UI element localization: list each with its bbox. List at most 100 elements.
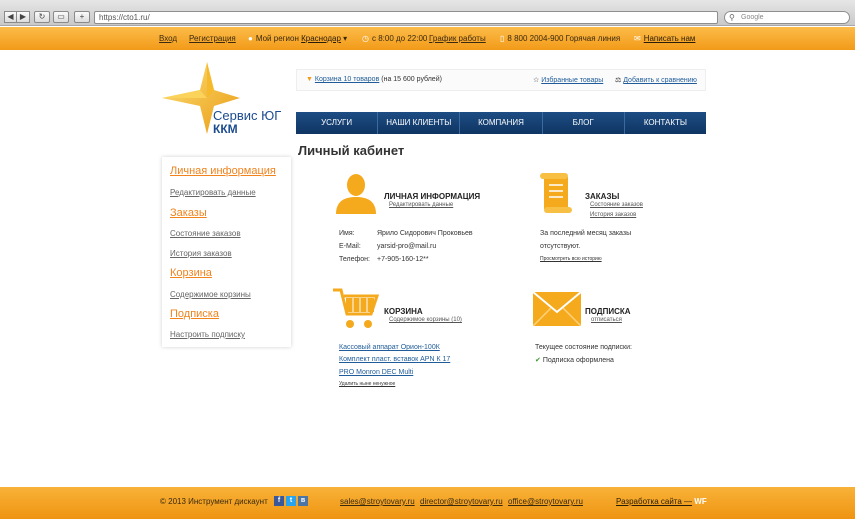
envelope-icon <box>533 292 581 326</box>
user-icon <box>336 174 376 214</box>
phone-icon: ▯ <box>500 34 505 43</box>
envelope-icon: ✉ <box>634 34 641 43</box>
top-bar: Вход Регистрация ● Мой регион Краснодар ▾… <box>0 27 855 50</box>
hours-text: с 8:00 до 22:00 <box>371 34 428 43</box>
basket-icon: ▼ <box>306 76 313 83</box>
compare-link[interactable]: Добавить к сравнению <box>623 77 697 84</box>
cart-item-3[interactable]: PRO Monron DEC Multi <box>339 369 413 376</box>
back-icon[interactable]: ◀ <box>4 11 17 23</box>
nav-item-blog[interactable]: БЛОГ <box>543 112 625 134</box>
subscription-title: ПОДПИСКА <box>585 307 631 316</box>
orders-text-2: отсутствуют. <box>540 243 581 250</box>
view-history-link[interactable]: Просмотреть всю историю <box>540 256 602 262</box>
browser-chrome: ◀ ▶ ↻ ▭ + https://cto1.ru/ ⚲ Google <box>0 0 855 26</box>
developer-credit[interactable]: Разработка сайта — WF <box>616 497 707 506</box>
name-label: Имя: <box>339 230 355 237</box>
footer-email-sales[interactable]: sales@stroytovary.ru <box>340 497 415 506</box>
order-history-link[interactable]: История заказов <box>590 212 636 218</box>
favorites-link[interactable]: Избранные товары <box>541 77 603 84</box>
reload-icon[interactable]: ↻ <box>34 11 50 23</box>
vk-icon[interactable]: в <box>298 496 308 506</box>
region-value[interactable]: Краснодар <box>301 34 341 43</box>
sidebar-item-cart-contents[interactable]: Содержимое корзины <box>170 290 251 299</box>
subscription-status-label: Текущее состояние подписки: <box>535 344 632 351</box>
add-tab-icon[interactable]: + <box>74 11 90 23</box>
scroll-document-icon <box>540 173 572 213</box>
nav-item-services[interactable]: УСЛУГИ <box>296 112 379 134</box>
order-status-link[interactable]: Состояние заказов <box>590 202 643 208</box>
sidebar-item-order-history[interactable]: История заказов <box>170 249 232 258</box>
compare[interactable]: ⚖ Добавить к сравнению <box>615 76 697 84</box>
phone-value: +7-905-160-12** <box>377 256 429 263</box>
logo-text-line2: ККМ <box>213 122 238 136</box>
cart-title: КОРЗИНА <box>384 307 423 316</box>
subscription-status: ✔ Подписка оформлена <box>535 356 614 364</box>
scales-icon: ⚖ <box>615 77 622 84</box>
nav-buttons: ◀ ▶ <box>4 11 30 23</box>
nav-item-company[interactable]: КОМПАНИЯ <box>460 112 543 134</box>
cart-contents-link[interactable]: Содержимое корзины (10) <box>389 317 462 323</box>
bookmarks-icon[interactable]: ▭ <box>53 11 69 23</box>
star-icon: ☆ <box>533 77 540 84</box>
name-value: Ярило Сидорович Проковьев <box>377 230 473 237</box>
developer-link[interactable]: Разработка сайта — <box>616 497 692 506</box>
cart-link[interactable]: Корзина 10 товаров <box>315 76 379 83</box>
cart-item-1[interactable]: Кассовый аппарат Орион-100К <box>339 344 440 351</box>
sidebar-item-edit-data[interactable]: Редактировать данные <box>170 188 256 197</box>
write-us[interactable]: ✉ Написать нам <box>634 34 695 43</box>
nav-item-contacts[interactable]: КОНТАКТЫ <box>625 112 706 134</box>
url-input[interactable]: https://cto1.ru/ <box>94 11 718 24</box>
unsubscribe-link[interactable]: отписаться <box>591 317 622 323</box>
sidebar-item-order-status[interactable]: Состояние заказов <box>170 229 241 238</box>
search-input[interactable]: ⚲ Google <box>724 11 850 24</box>
main-nav: УСЛУГИ НАШИ КЛИЕНТЫ КОМПАНИЯ БЛОГ КОНТАК… <box>296 112 706 134</box>
email-value: yarsid-pro@mail.ru <box>377 243 437 250</box>
hotline: ▯ 8 800 2004-900 Горячая линия <box>500 34 620 43</box>
facebook-icon[interactable]: f <box>274 496 284 506</box>
hotline-text: 8 800 2004-900 Горячая линия <box>507 34 621 43</box>
cart-strip: ▼ Корзина 10 товаров (на 15 600 рублей) … <box>296 69 706 91</box>
twitter-icon[interactable]: t <box>286 496 296 506</box>
cart-total: (на 15 600 рублей) <box>381 76 442 83</box>
sidebar-item-cart[interactable]: Корзина <box>170 267 212 279</box>
shopping-cart-icon <box>333 288 379 328</box>
schedule-link[interactable]: График работы <box>429 34 486 43</box>
working-hours: ◷ с 8:00 до 22:00 <box>362 34 427 43</box>
sidebar-item-personal-info[interactable]: Личная информация <box>170 165 276 177</box>
sidebar-item-subscription[interactable]: Подписка <box>170 308 219 320</box>
orders-title: ЗАКАЗЫ <box>585 192 620 201</box>
favorites[interactable]: ☆ Избранные товары <box>533 76 603 84</box>
nav-item-clients[interactable]: НАШИ КЛИЕНТЫ <box>378 112 461 134</box>
sidebar-item-configure-subscription[interactable]: Настроить подписку <box>170 330 245 339</box>
phone-label: Телефон: <box>339 256 370 263</box>
orders-text-1: За последний месяц заказы <box>540 230 632 237</box>
search-placeholder: Google <box>741 14 764 21</box>
sidebar: Личная информация Редактировать данные З… <box>162 157 291 347</box>
edit-data-link[interactable]: Редактировать данные <box>389 202 453 208</box>
copyright: © 2013 Инструмент дискаунт <box>160 497 268 506</box>
email-label: E-Mail: <box>339 243 361 250</box>
checkmark-icon: ✔ <box>535 357 541 364</box>
write-us-link[interactable]: Написать нам <box>644 34 696 43</box>
logo-text-line1: Сервис ЮГ <box>213 108 282 123</box>
forward-icon[interactable]: ▶ <box>17 11 30 23</box>
chevron-down-icon: ▾ <box>340 34 348 43</box>
footer: © 2013 Инструмент дискаунт f t в sales@s… <box>0 487 855 519</box>
login-link[interactable]: Вход <box>159 34 177 43</box>
footer-email-office[interactable]: office@stroytovary.ru <box>508 497 583 506</box>
sidebar-item-orders[interactable]: Заказы <box>170 207 207 219</box>
subscription-status-value: Подписка оформлена <box>542 357 614 364</box>
search-icon: ⚲ <box>729 13 735 22</box>
remove-unneeded-link[interactable]: Удалить ныне ненужное <box>339 381 395 387</box>
location-pin-icon: ● <box>248 34 253 43</box>
page-title: Личный кабинет <box>298 143 405 158</box>
cart-summary: ▼ Корзина 10 товаров (на 15 600 рублей) <box>306 76 442 83</box>
developer-brand: WF <box>694 497 707 506</box>
clock-icon: ◷ <box>362 34 369 43</box>
register-link[interactable]: Регистрация <box>189 34 236 43</box>
personal-info-title: ЛИЧНАЯ ИНФОРМАЦИЯ <box>384 192 481 201</box>
cart-item-2[interactable]: Комплект пласт. вставок APN К 17 <box>339 356 450 363</box>
region-selector[interactable]: ● Мой регион Краснодар ▾ <box>248 34 347 43</box>
footer-email-director[interactable]: director@stroytovary.ru <box>420 497 503 506</box>
region-label: Мой регион <box>255 34 299 43</box>
